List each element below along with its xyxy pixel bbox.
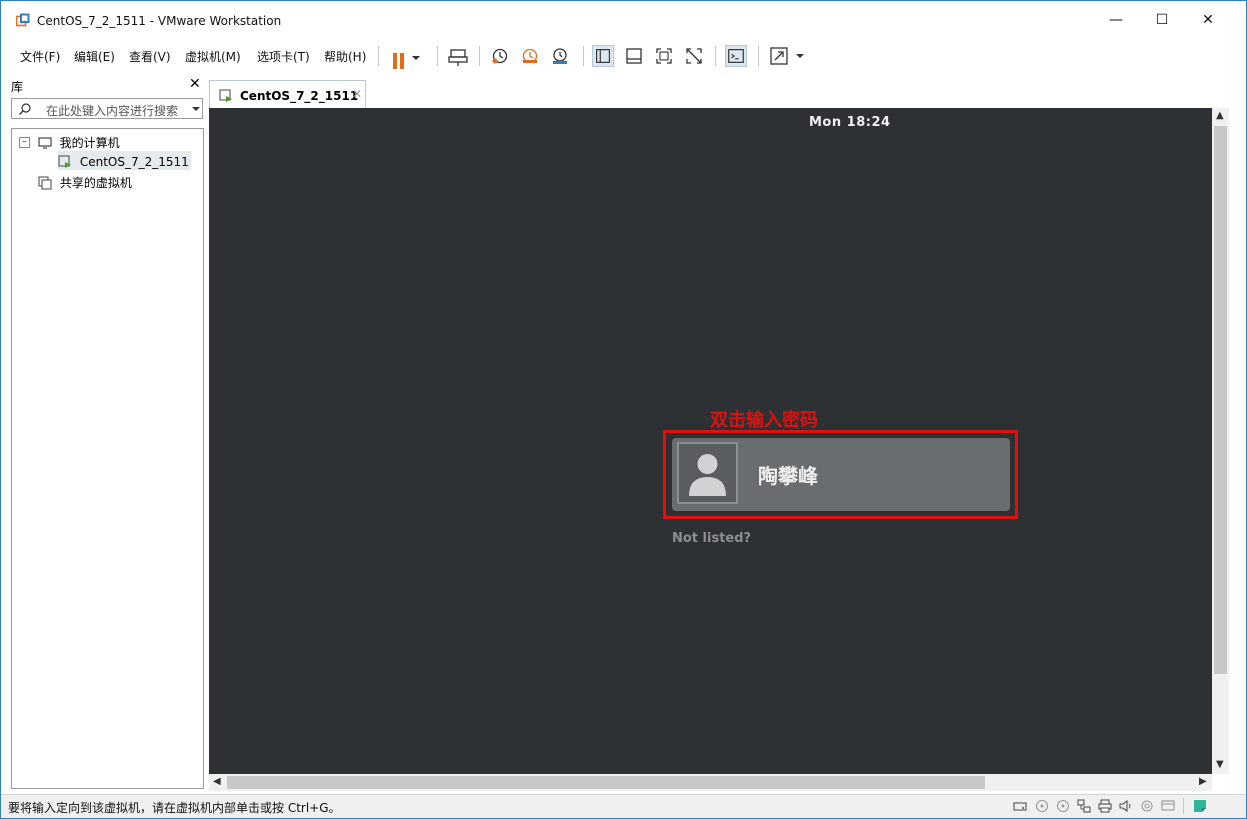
tree-item-vm[interactable]: CentOS_7_2_1511 [58, 154, 189, 169]
maximize-button[interactable]: ☐ [1139, 1, 1185, 39]
unity-icon[interactable] [683, 45, 705, 67]
console-view-icon[interactable] [725, 45, 747, 67]
toolbar-separator [378, 46, 379, 66]
chevron-down-icon[interactable] [192, 107, 200, 111]
library-panel: 库 ✕ 在此处键入内容进行搜索 – 我的计算机 CentOS_7_2_1511 … [1, 74, 207, 792]
not-listed-link[interactable]: Not listed? [672, 531, 751, 546]
status-separator [1183, 798, 1184, 814]
user-icon [689, 454, 726, 496]
close-window-button[interactable]: ✕ [1185, 1, 1231, 39]
avatar [677, 442, 738, 504]
library-tree: – 我的计算机 CentOS_7_2_1511 共享的虚拟机 [11, 128, 204, 789]
guest-clock[interactable]: Mon 18:24 [809, 115, 891, 130]
status-message: 要将输入定向到该虚拟机，请在虚拟机内部单击或按 Ctrl+G。 [8, 801, 341, 815]
vmware-window: CentOS_7_2_1511 - VMware Workstation — ☐… [0, 0, 1247, 819]
chevron-down-icon[interactable] [796, 54, 804, 58]
toolbar-separator [479, 46, 480, 66]
close-tab-icon[interactable]: ✕ [352, 87, 362, 101]
fullscreen-icon[interactable] [653, 45, 675, 67]
cd-dvd-icon[interactable] [1035, 799, 1049, 813]
send-ctrl-alt-del-icon[interactable] [447, 45, 469, 67]
horizontal-scrollbar[interactable]: ◀ ▶ [209, 774, 1212, 791]
menu-toolbar: 文件(F) 编辑(E) 查看(V) 虚拟机(M) 选项卡(T) 帮助(H) [1, 39, 1246, 73]
display-icon[interactable] [1161, 799, 1175, 813]
printer-icon[interactable] [1098, 799, 1112, 813]
tree-item-label: 我的计算机 [59, 136, 120, 150]
usb-icon[interactable] [1140, 799, 1154, 813]
toolbar-separator [583, 46, 584, 66]
menu-vm[interactable]: 虚拟机(M) [185, 48, 241, 65]
tree-item-my-computer[interactable]: – 我的计算机 [19, 134, 120, 151]
user-name: 陶攀峰 [758, 464, 818, 488]
library-header: 库 ✕ [1, 74, 207, 96]
vertical-scrollbar[interactable]: ▲ ▼ [1212, 108, 1229, 774]
toolbar-separator [758, 46, 759, 66]
collapse-icon[interactable]: – [19, 137, 30, 148]
close-library-icon[interactable]: ✕ [189, 76, 201, 92]
login-user-entry[interactable]: 陶攀峰 [672, 438, 1010, 511]
tree-item-label: CentOS_7_2_1511 [79, 154, 189, 169]
library-search-input[interactable]: 在此处键入内容进行搜索 [11, 98, 203, 119]
search-icon [19, 103, 31, 115]
vm-console[interactable]: Mon 18:24 双击输入密码 陶攀峰 Not listed? [209, 108, 1212, 774]
menu-view[interactable]: 查看(V) [129, 48, 171, 65]
menu-help[interactable]: 帮助(H) [324, 48, 366, 65]
scroll-left-icon[interactable]: ◀ [213, 776, 221, 787]
status-bar: 要将输入定向到该虚拟机，请在虚拟机内部单击或按 Ctrl+G。 [1, 794, 1246, 818]
vm-running-icon [58, 154, 71, 168]
toolbar-separator [437, 46, 438, 66]
network-icon[interactable] [1077, 799, 1091, 813]
annotation-label: 双击输入密码 [710, 410, 818, 431]
computer-icon [38, 136, 52, 149]
vertical-scroll-thumb[interactable] [1214, 126, 1227, 674]
search-placeholder: 在此处键入内容进行搜索 [46, 104, 179, 118]
scroll-up-icon[interactable]: ▲ [1216, 110, 1224, 121]
stretch-guest-icon[interactable] [768, 45, 790, 67]
toolbar-separator [715, 46, 716, 66]
cd-dvd-2-icon[interactable] [1056, 799, 1070, 813]
menu-file[interactable]: 文件(F) [20, 48, 60, 65]
hard-disk-icon[interactable] [1013, 799, 1027, 813]
notes-icon[interactable] [1193, 799, 1207, 813]
menu-tabs[interactable]: 选项卡(T) [257, 48, 310, 65]
library-title: 库 [11, 80, 24, 94]
title-bar: CentOS_7_2_1511 - VMware Workstation — ☐… [1, 1, 1246, 39]
snapshot-icon[interactable] [489, 45, 511, 67]
scroll-down-icon[interactable]: ▼ [1216, 759, 1224, 770]
snapshot-manager-icon[interactable] [549, 45, 571, 67]
vm-running-icon [219, 89, 232, 102]
thumbnail-bar-icon[interactable] [623, 45, 645, 67]
tab-centos[interactable]: CentOS_7_2_1511 ✕ [209, 80, 366, 108]
menu-edit[interactable]: 编辑(E) [74, 48, 115, 65]
sound-icon[interactable] [1119, 799, 1133, 813]
shared-vms-icon [38, 175, 52, 190]
vmware-app-icon [16, 13, 30, 27]
horizontal-scroll-thumb[interactable] [227, 776, 985, 789]
minimize-button[interactable]: — [1093, 1, 1139, 39]
tree-item-shared-vms[interactable]: 共享的虚拟机 [38, 174, 132, 191]
revert-snapshot-icon[interactable] [519, 45, 541, 67]
tree-item-label: 共享的虚拟机 [59, 176, 132, 190]
window-title: CentOS_7_2_1511 - VMware Workstation [37, 14, 282, 28]
show-library-icon[interactable] [592, 45, 614, 67]
tab-label: CentOS_7_2_1511 [240, 89, 359, 103]
pause-icon[interactable] [387, 45, 423, 69]
scroll-right-icon[interactable]: ▶ [1199, 776, 1207, 787]
